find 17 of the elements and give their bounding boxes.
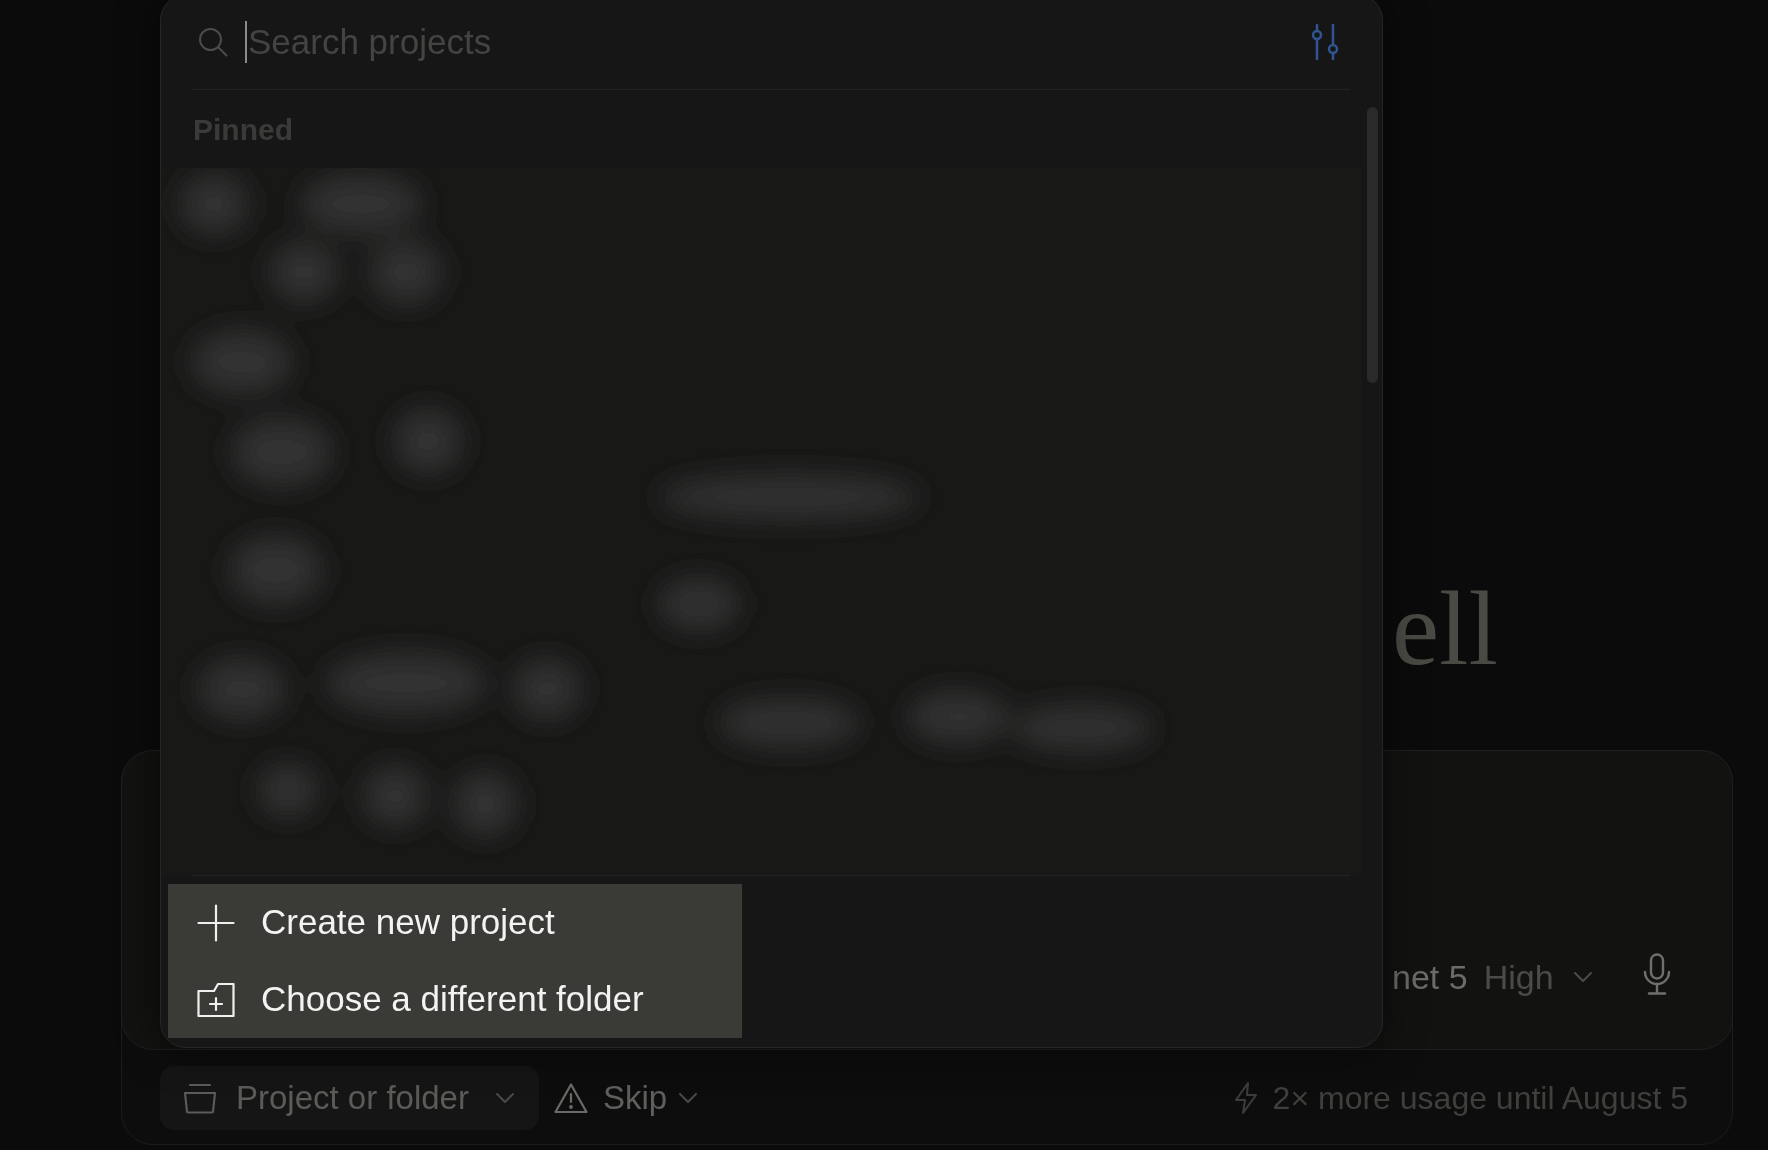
model-selector[interactable]: net 5 High bbox=[1392, 954, 1592, 999]
caret-icon bbox=[496, 1093, 514, 1103]
plus-icon bbox=[197, 903, 235, 942]
sliders-icon[interactable] bbox=[1310, 24, 1340, 60]
menu-item[interactable]: Choose a different folder bbox=[168, 961, 742, 1038]
menu-item[interactable]: Create new project bbox=[168, 884, 742, 961]
lightning-icon bbox=[1233, 1082, 1258, 1114]
caret-icon bbox=[1573, 971, 1592, 982]
tray-icon bbox=[183, 1082, 217, 1114]
permission-selector[interactable]: Skip bbox=[554, 1073, 698, 1123]
warning-icon bbox=[554, 1082, 588, 1114]
folder-plus-icon bbox=[197, 981, 235, 1018]
caret-icon bbox=[679, 1093, 698, 1103]
greeting-heading: ell bbox=[1392, 576, 1498, 682]
search-icon bbox=[198, 27, 228, 57]
microphone-icon[interactable] bbox=[1643, 953, 1671, 995]
project-selector[interactable]: Project or folder bbox=[160, 1066, 539, 1130]
